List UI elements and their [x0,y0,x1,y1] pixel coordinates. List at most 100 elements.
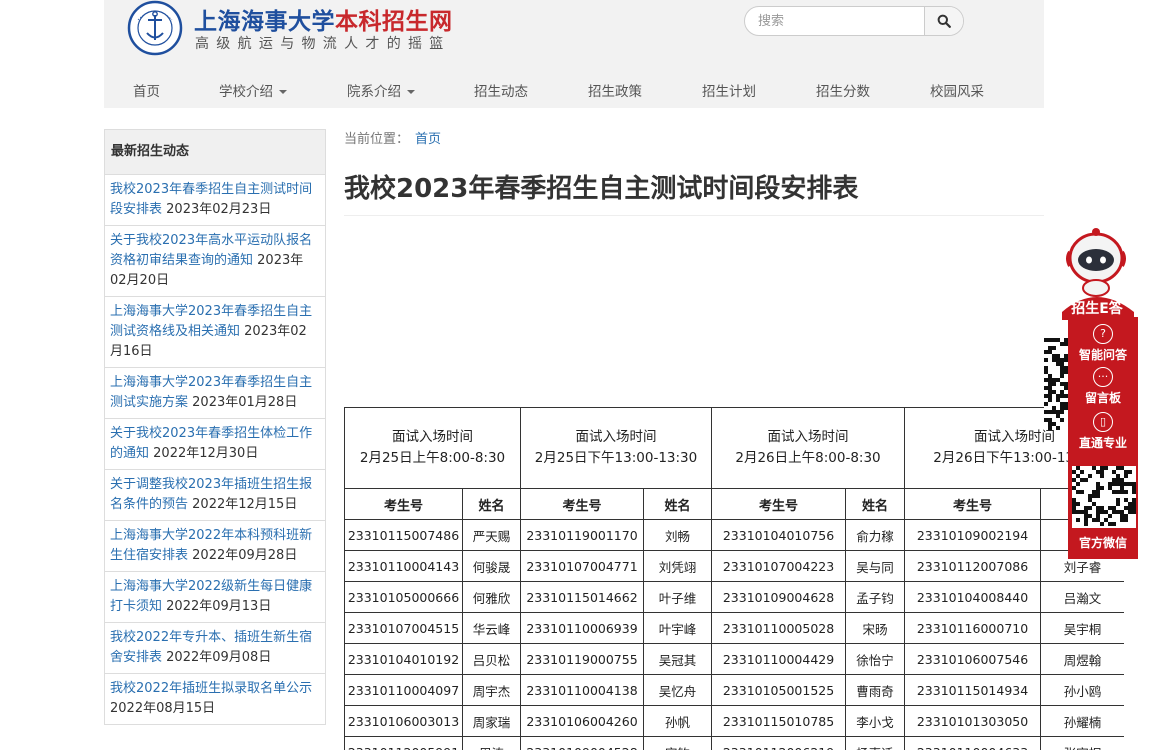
widget-message-board-button[interactable]: ··· 留言板 [1068,367,1138,407]
site-slogan: 高级航运与物流人才的摇篮 [195,36,451,52]
caret-down-icon [279,90,287,94]
sidebar-news-item[interactable]: 上海海事大学2022年本科预科班新生住宿安排表 2022年09月28日 [105,521,325,572]
candidate-name-cell: 孟子钧 [845,581,906,613]
page-title: 我校2023年春季招生自主测试时间段安排表 [344,174,859,204]
caret-down-icon [407,90,415,94]
widget-smart-qa-button[interactable]: ? 智能问答 [1068,324,1138,364]
search-button[interactable] [924,7,963,35]
news-item-date: 2022年09月28日 [192,548,298,563]
candidate-name-cell: 曹雨奇 [845,674,906,706]
news-item-title[interactable]: 我校2022年插班生拟录取名单公示 [110,681,312,696]
search-input[interactable] [745,7,936,35]
candidate-id-cell: 23310106007546 [904,643,1042,675]
candidate-name-cell: 叶宇峰 [642,612,713,644]
candidate-name-cell: 叶子维 [642,581,713,613]
site-logo-text[interactable]: 上海海事大学本科招生网 [194,2,453,35]
column-header-id: 考生号 [344,488,463,520]
nav-home[interactable]: 首页 [133,80,160,100]
candidate-id-cell: 23310115007486 [344,519,463,551]
widget-smart-qa-label: 智能问答 [1078,348,1127,362]
breadcrumb-home-link[interactable]: 首页 [415,132,441,147]
candidate-id-cell: 23310104010756 [711,519,847,551]
sidebar-news-item[interactable]: 上海海事大学2023年春季招生自主测试实施方案 2023年01月28日 [105,368,325,419]
table-row: 23310110004143 何骏晟 23310107004771 刘凭翊 233101… [344,550,1124,582]
sidebar-news-item[interactable]: 我校2022年专升本、插班生新生宿舍安排表 2022年09月08日 [105,623,325,674]
candidate-name-cell: 吕贝松 [462,643,521,675]
candidate-name-cell: 宋钧 [642,736,713,750]
candidate-id-cell: 23310115014934 [904,674,1042,706]
session-header-time: 2月25日上午8:00-8:30 [359,450,506,466]
news-item-date: 2022年09月13日 [166,599,272,614]
candidate-name-cell: 周煜翰 [1040,643,1124,675]
search-icon [937,14,951,28]
nav-admission-news-label: 招生动态 [474,84,528,100]
sidebar-news-item[interactable]: 上海海事大学2023年春季招生自主测试资格线及相关通知 2023年02月16日 [105,297,325,368]
latest-news-sidebar: 最新招生动态 我校2023年春季招生自主测试时间段安排表 2023年02月23日… [104,129,326,725]
logo-university-name: 上海海事大学 [194,8,335,35]
candidate-name-cell: 孙帆 [642,705,713,737]
candidate-id-cell: 23310119001170 [520,519,644,551]
candidate-id-cell: 23310115014662 [520,581,644,613]
candidate-id-cell: 23310115010785 [711,705,847,737]
widget-majors-button[interactable]: ▯ 直通专业 [1068,412,1138,452]
nav-home-label: 首页 [133,84,160,100]
table-row: 23310104010192 吕贝松 23310119000755 吴冠其 233101… [344,643,1124,675]
column-header-id: 考生号 [711,488,847,520]
candidate-id-cell: 23310110004429 [711,643,847,675]
candidate-name-cell: 何骏晟 [462,550,521,582]
nav-departments[interactable]: 院系介绍 [347,80,415,100]
candidate-id-cell: 23310109002194 [904,519,1042,551]
sidebar-news-item[interactable]: 关于调整我校2023年插班生招生报名条件的预告 2022年12月15日 [105,470,325,521]
nav-campus[interactable]: 校园风采 [930,80,984,100]
search-box [744,6,964,36]
schedule-table: 面试入场时间 2月25日上午8:00-8:30 面试入场时间 2月25日下午13:00… [344,407,1124,750]
candidate-name-cell: 吴忆舟 [642,674,713,706]
candidate-name-cell: 杨惠迁 [845,736,906,750]
candidate-name-cell: 吴冠其 [642,643,713,675]
candidate-id-cell: 23310104008440 [904,581,1042,613]
sidebar-news-item[interactable]: 我校2022年插班生拟录取名单公示 2022年08月15日 [105,674,325,724]
candidate-name-cell: 张宇桐 [1040,736,1124,750]
nav-admission-plan[interactable]: 招生计划 [702,80,756,100]
news-item-date: 2022年12月30日 [153,446,259,461]
table-row: 23310105000666 何雅欣 23310115014662 叶子维 233101… [344,581,1124,613]
candidate-name-cell: 宋旸 [845,612,906,644]
candidate-id-cell: 23310107004223 [711,550,847,582]
nav-admission-policy[interactable]: 招生政策 [588,80,642,100]
schedule-table-container[interactable]: 面试入场时间 2月25日上午8:00-8:30 面试入场时间 2月25日下午13:00… [344,407,1124,750]
candidate-name-cell: 俞力稼 [845,519,906,551]
session-header-time: 2月25日下午13:00-13:30 [534,450,698,466]
session-header-title: 面试入场时间 [767,429,849,445]
news-item-date: 2022年09月08日 [166,650,272,665]
book-icon: ▯ [1093,412,1113,432]
candidate-id-cell: 23310107004771 [520,550,644,582]
nav-school-intro[interactable]: 学校介绍 [219,80,287,100]
session-header-title: 面试入场时间 [392,429,473,445]
candidate-id-cell: 23310106004260 [520,705,644,737]
sidebar-news-item[interactable]: 上海海事大学2022级新生每日健康打卡须知 2022年09月13日 [105,572,325,623]
news-item-date: 2023年01月28日 [192,395,298,410]
candidate-id-cell: 23310110004633 [904,736,1042,750]
chat-bubble-icon: ··· [1093,367,1113,387]
wechat-label: 官方微信 [1078,536,1127,550]
table-row: 23310115007486 严天赐 23310119001170 刘畅 2331010… [344,519,1124,551]
candidate-id-cell: 23310104010192 [344,643,463,675]
university-seal-logo[interactable] [124,0,186,56]
session-header-time: 2月26日上午8:00-8:30 [735,450,881,466]
candidate-name-cell: 华云峰 [462,612,521,644]
candidate-name-cell: 周家瑞 [462,705,521,737]
nav-departments-label: 院系介绍 [347,84,401,100]
breadcrumb-label: 当前位置： [344,132,410,147]
sidebar-news-item[interactable]: 关于我校2023年高水平运动队报名资格初审结果查询的通知 2023年02月20日 [105,226,325,297]
sidebar-news-item[interactable]: 关于我校2023年春季招生体检工作的通知 2022年12月30日 [105,419,325,470]
sidebar-news-item[interactable]: 我校2023年春季招生自主测试时间段安排表 2023年02月23日 [105,175,325,226]
nav-admission-scores[interactable]: 招生分数 [816,80,870,100]
wechat-qr-code[interactable] [1072,466,1136,528]
candidate-id-cell: 23310110006939 [520,612,644,644]
title-divider [344,215,1044,216]
candidate-id-cell: 23310107004515 [344,612,463,644]
column-header-name: 姓名 [845,488,906,520]
news-item-date: 2022年08月15日 [110,701,216,716]
nav-admission-news[interactable]: 招生动态 [474,80,528,100]
nav-admission-plan-label: 招生计划 [702,84,756,100]
